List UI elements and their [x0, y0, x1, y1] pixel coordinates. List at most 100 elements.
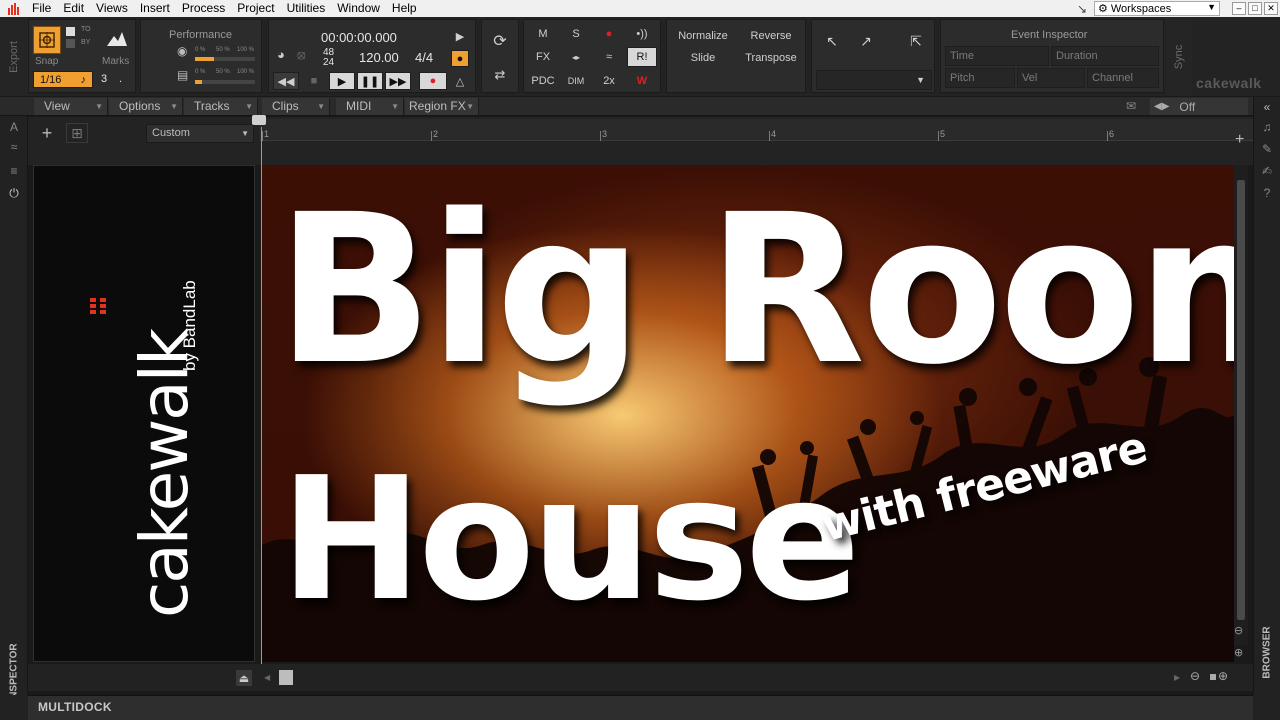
- add-track-icon[interactable]: +: [36, 123, 58, 143]
- automation-icon[interactable]: ≈: [594, 47, 624, 67]
- tempo-value[interactable]: 120.00: [359, 50, 399, 65]
- notes-icon[interactable]: ✍: [1259, 163, 1275, 179]
- menu-midi-dropdown[interactable]: MIDI ▼: [336, 98, 404, 115]
- plugins-icon[interactable]: ✎: [1259, 141, 1275, 157]
- reverse-button[interactable]: Reverse: [739, 26, 803, 46]
- browser-tab[interactable]: BROWSER: [1260, 622, 1274, 682]
- menu-file[interactable]: File: [26, 0, 57, 17]
- marks-value[interactable]: 3: [101, 73, 107, 85]
- timeline-ruler[interactable]: 1 2 3 4 5 6: [252, 115, 1257, 141]
- waveform-icon[interactable]: ≈: [6, 139, 22, 155]
- snap-resolution-dropdown[interactable]: 1/16 ♪: [33, 71, 93, 88]
- metronome-record-button[interactable]: ●: [451, 50, 469, 67]
- dim-button[interactable]: DIM: [561, 71, 591, 91]
- select-right-icon[interactable]: ↗: [852, 28, 880, 54]
- write-automation-icon[interactable]: W: [627, 71, 657, 91]
- close-button[interactable]: ✕: [1264, 2, 1278, 15]
- tool-preset-dropdown[interactable]: ▼: [816, 70, 932, 90]
- mute-button[interactable]: M: [528, 24, 558, 44]
- punch-icon[interactable]: ⇄: [486, 62, 514, 88]
- menu-options-dropdown[interactable]: Options ▼: [109, 98, 183, 115]
- select-left-icon[interactable]: ↖: [818, 28, 846, 54]
- vertical-scroll-thumb[interactable]: [1237, 180, 1245, 620]
- event-pitch-field[interactable]: Pitch: [945, 68, 1015, 88]
- double-button[interactable]: 2x: [594, 71, 624, 91]
- transpose-button[interactable]: Transpose: [739, 48, 803, 68]
- menu-help[interactable]: Help: [386, 0, 423, 17]
- rewind-button[interactable]: ◀◀: [273, 72, 299, 90]
- track-folder-icon[interactable]: ⊞: [66, 123, 88, 143]
- zoom-in-icon[interactable]: ⊕: [1218, 669, 1234, 685]
- solo-button[interactable]: S: [561, 24, 591, 44]
- track-height-dropdown[interactable]: Custom ▼: [146, 124, 254, 143]
- clock-source-icon[interactable]: ⦻: [297, 47, 313, 63]
- meter-value[interactable]: 4/4: [415, 50, 433, 65]
- restore-button[interactable]: □: [1248, 2, 1262, 15]
- snap-to-checkbox[interactable]: [66, 27, 75, 36]
- clips-pane[interactable]: Big Room House with freeware: [262, 165, 1234, 662]
- multidock-bar[interactable]: MULTIDOCK: [28, 695, 1253, 720]
- snap-by-checkbox[interactable]: [66, 39, 75, 48]
- layers-icon[interactable]: ≡: [6, 163, 22, 179]
- event-velocity-field[interactable]: Vel: [1017, 68, 1085, 88]
- cakewalk-app-icon[interactable]: [6, 1, 22, 17]
- menu-project[interactable]: Project: [231, 0, 280, 17]
- event-time-field[interactable]: Time: [945, 46, 1049, 66]
- fast-forward-button[interactable]: ▶▶: [385, 72, 411, 90]
- record-arm-button[interactable]: ●: [594, 24, 624, 44]
- menu-utilities[interactable]: Utilities: [281, 0, 332, 17]
- event-duration-field[interactable]: Duration: [1051, 46, 1159, 66]
- pdc-button[interactable]: PDC: [528, 71, 558, 91]
- menu-insert[interactable]: Insert: [134, 0, 176, 17]
- pin-icon[interactable]: ↘: [1070, 2, 1094, 16]
- menu-edit[interactable]: Edit: [57, 0, 90, 17]
- fx-bypass-button[interactable]: FX: [528, 47, 558, 67]
- zoom-out-vertical-icon[interactable]: ⊖: [1234, 624, 1248, 638]
- menu-tracks-dropdown[interactable]: Tracks ▼: [184, 98, 258, 115]
- zoom-out-icon[interactable]: ⊖: [1190, 669, 1206, 685]
- transport-time[interactable]: 00:00:00.000: [321, 30, 397, 45]
- edit-filter-dropdown[interactable]: ◀▶ Off: [1150, 98, 1248, 115]
- sync-strip[interactable]: Sync: [1166, 17, 1192, 96]
- menu-region-fx-dropdown[interactable]: Region FX ▼: [405, 98, 479, 115]
- help-icon[interactable]: ?: [1259, 185, 1275, 201]
- normalize-button[interactable]: Normalize: [671, 26, 735, 46]
- zoom-reset-icon[interactable]: [1210, 674, 1216, 680]
- menu-views[interactable]: Views: [90, 0, 134, 17]
- minimize-button[interactable]: –: [1232, 2, 1246, 15]
- loop-icon[interactable]: ⟳: [486, 28, 514, 54]
- workspaces-dropdown[interactable]: ⚙ Workspaces ▼: [1094, 1, 1220, 16]
- horizontal-scroll-thumb[interactable]: [279, 670, 293, 685]
- scroll-left-icon[interactable]: ◀: [264, 670, 274, 686]
- menu-view-dropdown[interactable]: View ▼: [34, 98, 108, 115]
- zoom-in-vertical-icon[interactable]: ⊕: [1234, 646, 1248, 660]
- add-ruler-icon[interactable]: +: [1235, 131, 1251, 148]
- eject-icon[interactable]: ⏏: [236, 670, 252, 686]
- add-tool-icon[interactable]: ⇱: [902, 28, 930, 54]
- metronome-icon[interactable]: △: [451, 72, 469, 90]
- media-icon[interactable]: ♫: [1259, 119, 1275, 135]
- menu-window[interactable]: Window: [331, 0, 386, 17]
- slide-button[interactable]: Slide: [671, 48, 735, 68]
- inspector-tab[interactable]: INSPECTOR: [7, 642, 21, 702]
- power-icon[interactable]: ⏻: [6, 185, 22, 201]
- metronome-toggle-icon[interactable]: ◕: [277, 47, 293, 63]
- snap-toggle[interactable]: [33, 26, 61, 54]
- vertical-scrollbar[interactable]: [1234, 165, 1248, 645]
- scroll-right-icon[interactable]: ▶: [1174, 670, 1184, 686]
- expand-browser-icon[interactable]: «: [1259, 99, 1275, 115]
- marks-icon[interactable]: [104, 26, 130, 52]
- pause-button[interactable]: ❚❚: [357, 72, 383, 90]
- stop-button[interactable]: ■: [303, 72, 325, 90]
- envelope-icon[interactable]: ✉: [1126, 99, 1146, 114]
- export-strip[interactable]: Export: [0, 17, 28, 96]
- menu-process[interactable]: Process: [176, 0, 231, 17]
- input-echo-icon[interactable]: •)): [627, 24, 657, 44]
- record-button[interactable]: ●: [419, 72, 447, 90]
- automation-lane-icon[interactable]: A: [6, 119, 22, 135]
- time-play-icon[interactable]: ▶: [451, 28, 469, 45]
- now-time-marker[interactable]: [252, 115, 266, 125]
- link-icon[interactable]: ◂▸: [561, 47, 591, 67]
- play-button[interactable]: ▶: [329, 72, 355, 90]
- menu-clips-dropdown[interactable]: Clips ▼: [262, 98, 330, 115]
